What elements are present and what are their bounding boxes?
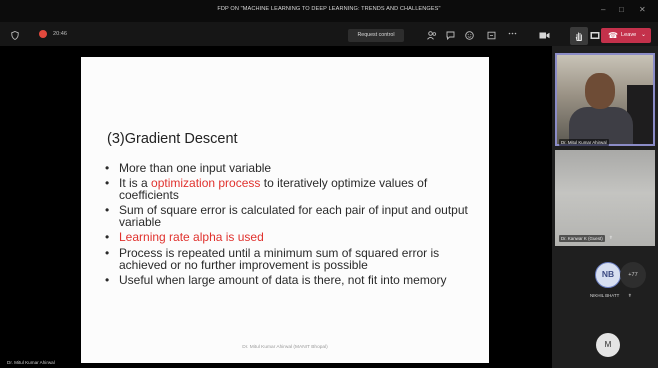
raise-hand-button[interactable] (570, 27, 588, 45)
bullet-item: Process is repeated until a minimum sum … (105, 247, 479, 272)
presentation-slide: (3)Gradient Descent More than one input … (81, 57, 489, 363)
more-participants-button[interactable]: +77 (620, 262, 646, 288)
avatar[interactable]: M (596, 333, 620, 357)
participant-video-tile[interactable] (555, 53, 655, 146)
more-icon[interactable] (508, 29, 517, 40)
meeting-timer: 20:46 (53, 31, 67, 37)
minimize-button[interactable]: – (601, 5, 605, 15)
reactions-icon[interactable] (465, 31, 474, 42)
phone-icon: ☎ (608, 31, 618, 40)
slide-title: (3)Gradient Descent (107, 131, 238, 147)
camera-icon[interactable] (539, 31, 550, 42)
bullet-item: It is a optimization process to iterativ… (105, 177, 479, 202)
meeting-toolbar (0, 22, 658, 46)
bullet-item: Learning rate alpha is used (105, 231, 479, 244)
participant-name-tag: Dr. Kanwar K (Guest) (559, 235, 605, 242)
slide-footer: Dr. Mitul Kumar Ahirwal (MANIT Bhopal) (242, 345, 328, 350)
title-bar: FDP ON "MACHINE LEARNING TO DEEP LEARNIN… (0, 0, 658, 22)
raise-hand-icon (575, 32, 582, 41)
pin-icon: ✝ (628, 293, 632, 298)
participant-name-label: NIKHIL BHATT (590, 293, 620, 298)
participants-icon[interactable] (427, 31, 437, 42)
bullet-item: Useful when large amount of data is ther… (105, 274, 479, 287)
bullet-item: More than one input variable (105, 162, 479, 175)
teams-meeting-window: FDP ON "MACHINE LEARNING TO DEEP LEARNIN… (0, 0, 658, 368)
pin-icon: ✝ (609, 235, 613, 240)
bullet-item: Sum of square error is calculated for ea… (105, 204, 479, 229)
chevron-down-icon[interactable]: ⌄ (641, 28, 646, 43)
close-button[interactable]: ✕ (639, 5, 646, 15)
avatar[interactable]: NB (595, 262, 621, 288)
request-control-button[interactable]: Request control (348, 29, 404, 42)
participant-video-tile[interactable] (555, 150, 655, 246)
window-title: FDP ON "MACHINE LEARNING TO DEEP LEARNIN… (217, 6, 441, 12)
share-icon[interactable] (487, 31, 496, 42)
shield-icon[interactable] (11, 31, 19, 42)
participant-name-tag: Dr. Mitul Kumar Ahirwal (559, 139, 609, 146)
leave-button[interactable]: ☎ Leave ⌄ (601, 28, 651, 43)
leave-label: Leave (621, 32, 637, 38)
share-tray-icon[interactable] (590, 31, 600, 42)
chat-icon[interactable] (446, 31, 455, 42)
slide-bullet-list: More than one input variable It is a opt… (105, 162, 479, 290)
recording-indicator (39, 30, 47, 38)
presenter-name-label: Dr. Mitul Kumar Ahirwal (7, 360, 55, 365)
maximize-button[interactable]: □ (619, 5, 624, 15)
